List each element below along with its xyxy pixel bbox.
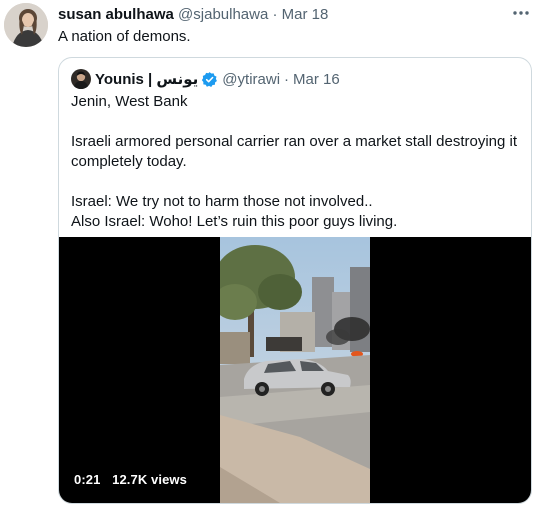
quoted-line: Israeli armored personal carrier ran ove… [71,133,518,170]
quoted-author-name[interactable]: Younis | يونس [95,70,198,88]
quoted-line: Also Israel: Woho! Let’s ruin this poor … [71,213,398,230]
quoted-text: Jenin, West Bank Israeli armored persona… [71,92,521,232]
tweet-header: susan abulhawa @sjabulhawa · Mar 18 [58,6,328,24]
video-thumbnail [220,237,370,503]
quoted-separator: · [284,70,290,88]
video-stats: 0:21 12.7K views [74,472,195,487]
tweet-date[interactable]: Mar 18 [282,6,329,23]
quoted-date[interactable]: Mar 16 [293,71,340,88]
quoted-header: Younis | يونس @ytirawi · Mar 16 [71,69,340,89]
video-player[interactable]: 0:21 12.7K views [59,237,531,503]
quoted-line: Israel: We try not to harm those not inv… [71,193,373,210]
separator: · [272,6,278,23]
quoted-tweet[interactable]: Younis | يونس @ytirawi · Mar 16 Jenin, W… [58,57,532,504]
video-views: 12.7K views [112,472,187,487]
author-handle[interactable]: @sjabulhawa [178,6,268,23]
author-name[interactable]: susan abulhawa [58,6,174,23]
verified-badge-icon [202,71,218,87]
video-frame[interactable] [220,237,370,503]
tweet-text: A nation of demons. [58,28,191,45]
avatar-image [4,3,48,47]
quoted-avatar[interactable] [71,69,91,89]
video-duration: 0:21 [74,472,101,487]
quoted-line: Jenin, West Bank [71,93,188,110]
avatar[interactable] [4,3,48,47]
quoted-handle[interactable]: @ytirawi [222,71,280,88]
more-icon[interactable] [510,4,532,22]
